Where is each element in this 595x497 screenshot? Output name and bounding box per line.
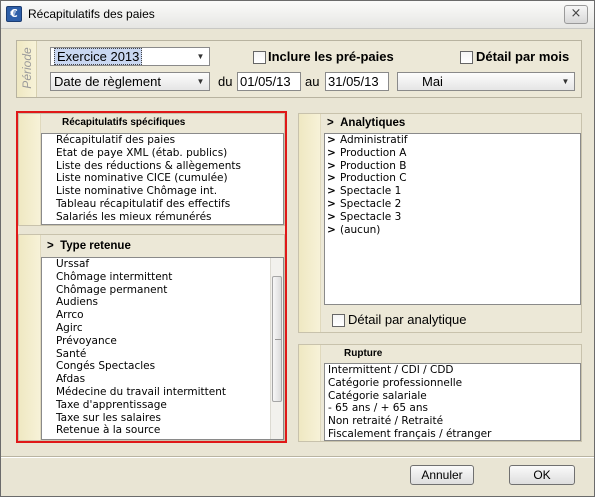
list-item[interactable]: Catégorie salariale [325, 390, 580, 403]
list-item[interactable]: > Production C [325, 172, 580, 185]
analytiques-list[interactable]: > Administratif > Production A > Production… [324, 133, 581, 305]
inclure-pre-paies-label[interactable]: Inclure les pré-paies [268, 49, 394, 64]
du-label: du [218, 74, 233, 89]
dialog-window: € Récapitulatifs des paies × Période Exe… [0, 0, 595, 497]
close-icon: × [570, 6, 582, 21]
inclure-pre-paies-checkbox[interactable] [253, 51, 266, 64]
list-item[interactable]: > (aucun) [325, 224, 580, 237]
chevron-down-icon: ▼ [561, 77, 570, 86]
chevron-down-icon: ▼ [196, 52, 205, 61]
window-title: Récapitulatifs des paies [28, 7, 155, 21]
close-button[interactable]: × [564, 5, 588, 24]
date-from-input[interactable]: 01/05/13 [237, 72, 301, 91]
title-bar[interactable]: € Récapitulatifs des paies × [1, 1, 594, 29]
list-item[interactable]: Non retraité / Retraité [325, 415, 580, 428]
chevron-down-icon: ▼ [196, 77, 205, 86]
exercice-value: Exercice 2013 [54, 48, 143, 65]
expand-arrow-icon: > [327, 117, 334, 129]
list-item[interactable]: Fiscalement français / étranger [325, 428, 580, 440]
detail-par-mois-label[interactable]: Détail par mois [476, 49, 569, 64]
month-value: Mai [422, 74, 443, 89]
list-item[interactable]: > Spectacle 3 [325, 211, 580, 224]
date-type-value: Date de règlement [54, 74, 161, 89]
detail-par-mois-checkbox[interactable] [460, 51, 473, 64]
list-item[interactable]: > Spectacle 2 [325, 198, 580, 211]
month-select[interactable]: Mai ▼ [397, 72, 575, 91]
detail-par-analytique-checkbox[interactable] [332, 314, 345, 327]
highlight-frame [16, 111, 287, 443]
panel-strip [299, 345, 321, 441]
periode-strip: Période [17, 41, 37, 97]
periode-label: Période [20, 47, 34, 89]
au-label: au [305, 74, 320, 89]
analytiques-panel: > Analytiques > Administratif > Production… [298, 113, 582, 333]
panel-strip [299, 114, 321, 332]
rupture-list[interactable]: Intermittent / CDI / CDD Catégorie profe… [324, 363, 581, 441]
exercice-select[interactable]: Exercice 2013 ▼ [50, 47, 210, 66]
date-to-input[interactable]: 31/05/13 [325, 72, 389, 91]
list-item[interactable]: Intermittent / CDI / CDD [325, 364, 580, 377]
app-icon: € [6, 6, 22, 22]
cancel-button[interactable]: Annuler [410, 465, 474, 485]
rupture-panel: Rupture Intermittent / CDI / CDD Catégor… [298, 344, 582, 442]
list-item[interactable]: - 65 ans / + 65 ans [325, 402, 580, 415]
footer-separator [1, 456, 594, 458]
date-type-select[interactable]: Date de règlement ▼ [50, 72, 210, 91]
list-item[interactable]: > Spectacle 1 [325, 185, 580, 198]
analytiques-header-label: Analytiques [340, 117, 406, 129]
list-item[interactable]: > Production A [325, 147, 580, 160]
detail-par-analytique-label[interactable]: Détail par analytique [348, 312, 467, 327]
list-item[interactable]: Catégorie professionnelle [325, 377, 580, 390]
list-item[interactable]: > Administratif [325, 134, 580, 147]
ok-button[interactable]: OK [509, 465, 575, 485]
list-item[interactable]: > Production B [325, 160, 580, 173]
periode-panel: Période Exercice 2013 ▼ Inclure les pré-… [16, 40, 582, 98]
